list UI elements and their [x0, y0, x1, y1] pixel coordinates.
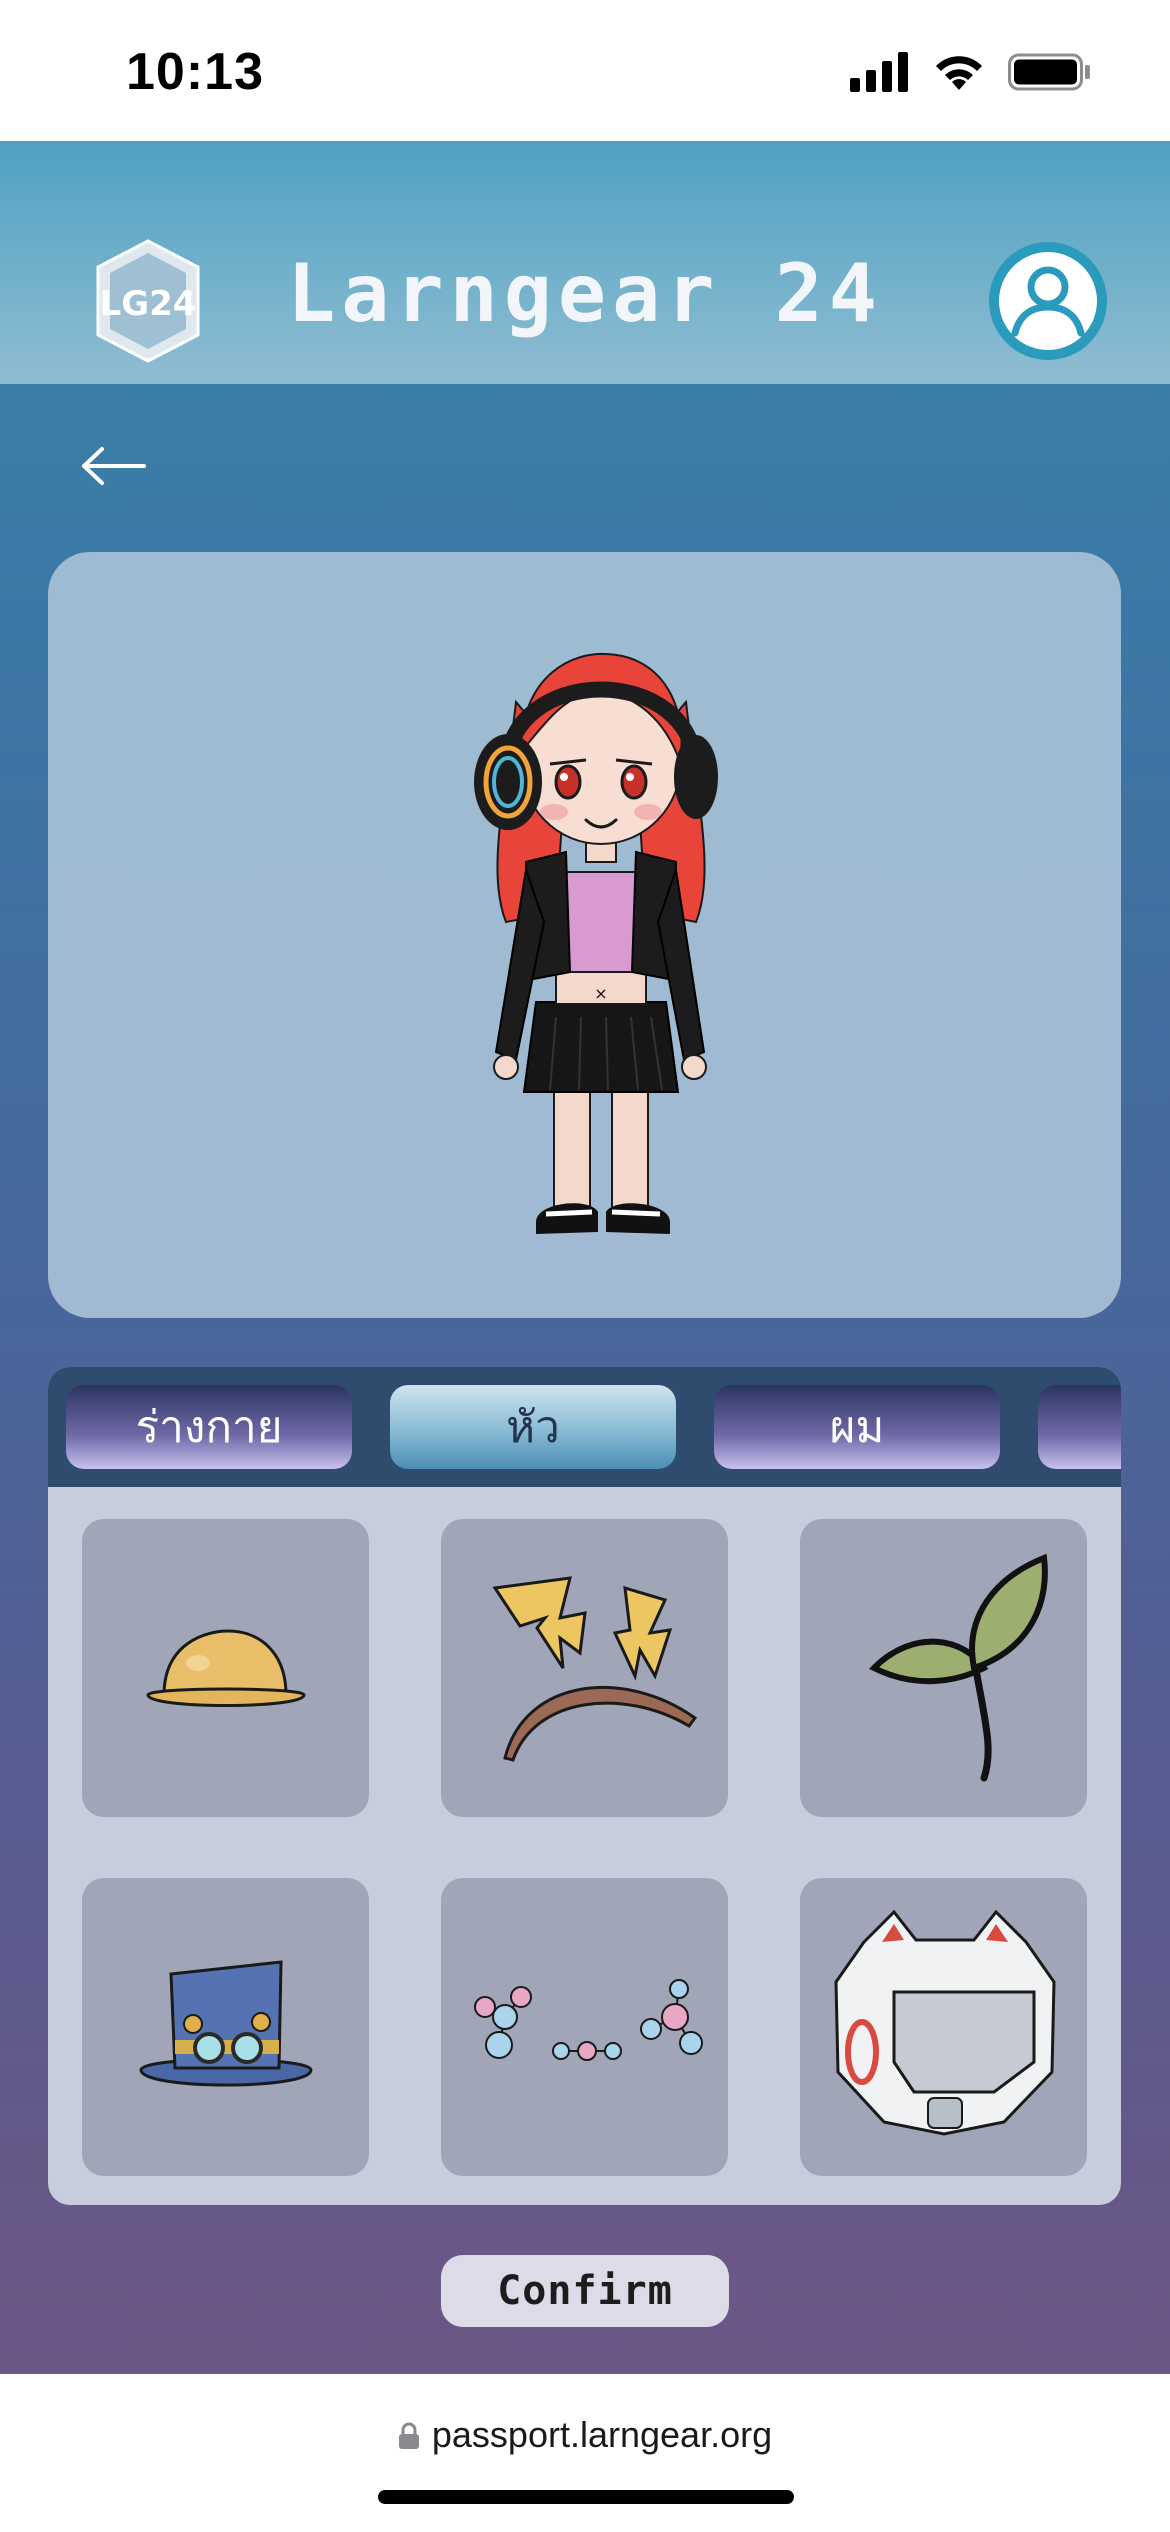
- tab-body[interactable]: ร่างกาย: [66, 1385, 352, 1469]
- app-screen: LG24 Larngear 24 × ร่างกาย หัว ผม Confir…: [0, 141, 1170, 2374]
- category-tab-bar[interactable]: ร่างกาย หัว ผม: [48, 1367, 1121, 1487]
- item-lightning-headband[interactable]: [441, 1519, 728, 1817]
- battery-icon: [1008, 53, 1090, 91]
- molecule-headband-icon: [473, 1979, 703, 2061]
- item-robot-helmet[interactable]: [800, 1878, 1087, 2176]
- profile-icon[interactable]: [988, 241, 1108, 361]
- back-arrow-icon[interactable]: [78, 441, 148, 491]
- app-header: LG24 Larngear 24: [0, 141, 1170, 384]
- svg-text:×: ×: [594, 984, 607, 1003]
- home-indicator[interactable]: [378, 2490, 794, 2504]
- url-display[interactable]: passport.larngear.org: [0, 2414, 1170, 2456]
- item-picker: ร่างกาย หัว ผม: [48, 1367, 1121, 2205]
- url-text: passport.larngear.org: [431, 2414, 773, 2455]
- steampunk-top-hat-icon: [138, 1960, 313, 2087]
- status-icons: [850, 52, 1092, 92]
- item-yellow-helmet[interactable]: [82, 1519, 369, 1817]
- sprout-icon: [868, 1553, 1048, 1782]
- lightning-headband-icon: [491, 1576, 697, 1762]
- confirm-button[interactable]: Confirm: [441, 2255, 729, 2327]
- tab-hair[interactable]: ผม: [714, 1385, 1000, 1469]
- status-bar: 10:13: [0, 0, 1170, 141]
- tab-head[interactable]: หัว: [390, 1385, 676, 1469]
- item-sprout[interactable]: [800, 1519, 1087, 1817]
- robot-helmet-icon: [833, 1909, 1056, 2136]
- lock-icon: [398, 2422, 419, 2449]
- yellow-helmet-icon: [145, 1629, 306, 1707]
- avatar-preview-card: ×: [48, 552, 1121, 1318]
- item-steampunk-top-hat[interactable]: [82, 1878, 369, 2176]
- status-time: 10:13: [126, 43, 264, 101]
- avatar-character: ×: [474, 652, 718, 1234]
- item-molecule-headband[interactable]: [441, 1878, 728, 2176]
- tab-next-category[interactable]: [1038, 1385, 1121, 1469]
- browser-url-bar[interactable]: passport.larngear.org: [0, 2374, 1170, 2532]
- wifi-icon: [936, 56, 982, 90]
- cellular-signal-icon: [850, 52, 908, 92]
